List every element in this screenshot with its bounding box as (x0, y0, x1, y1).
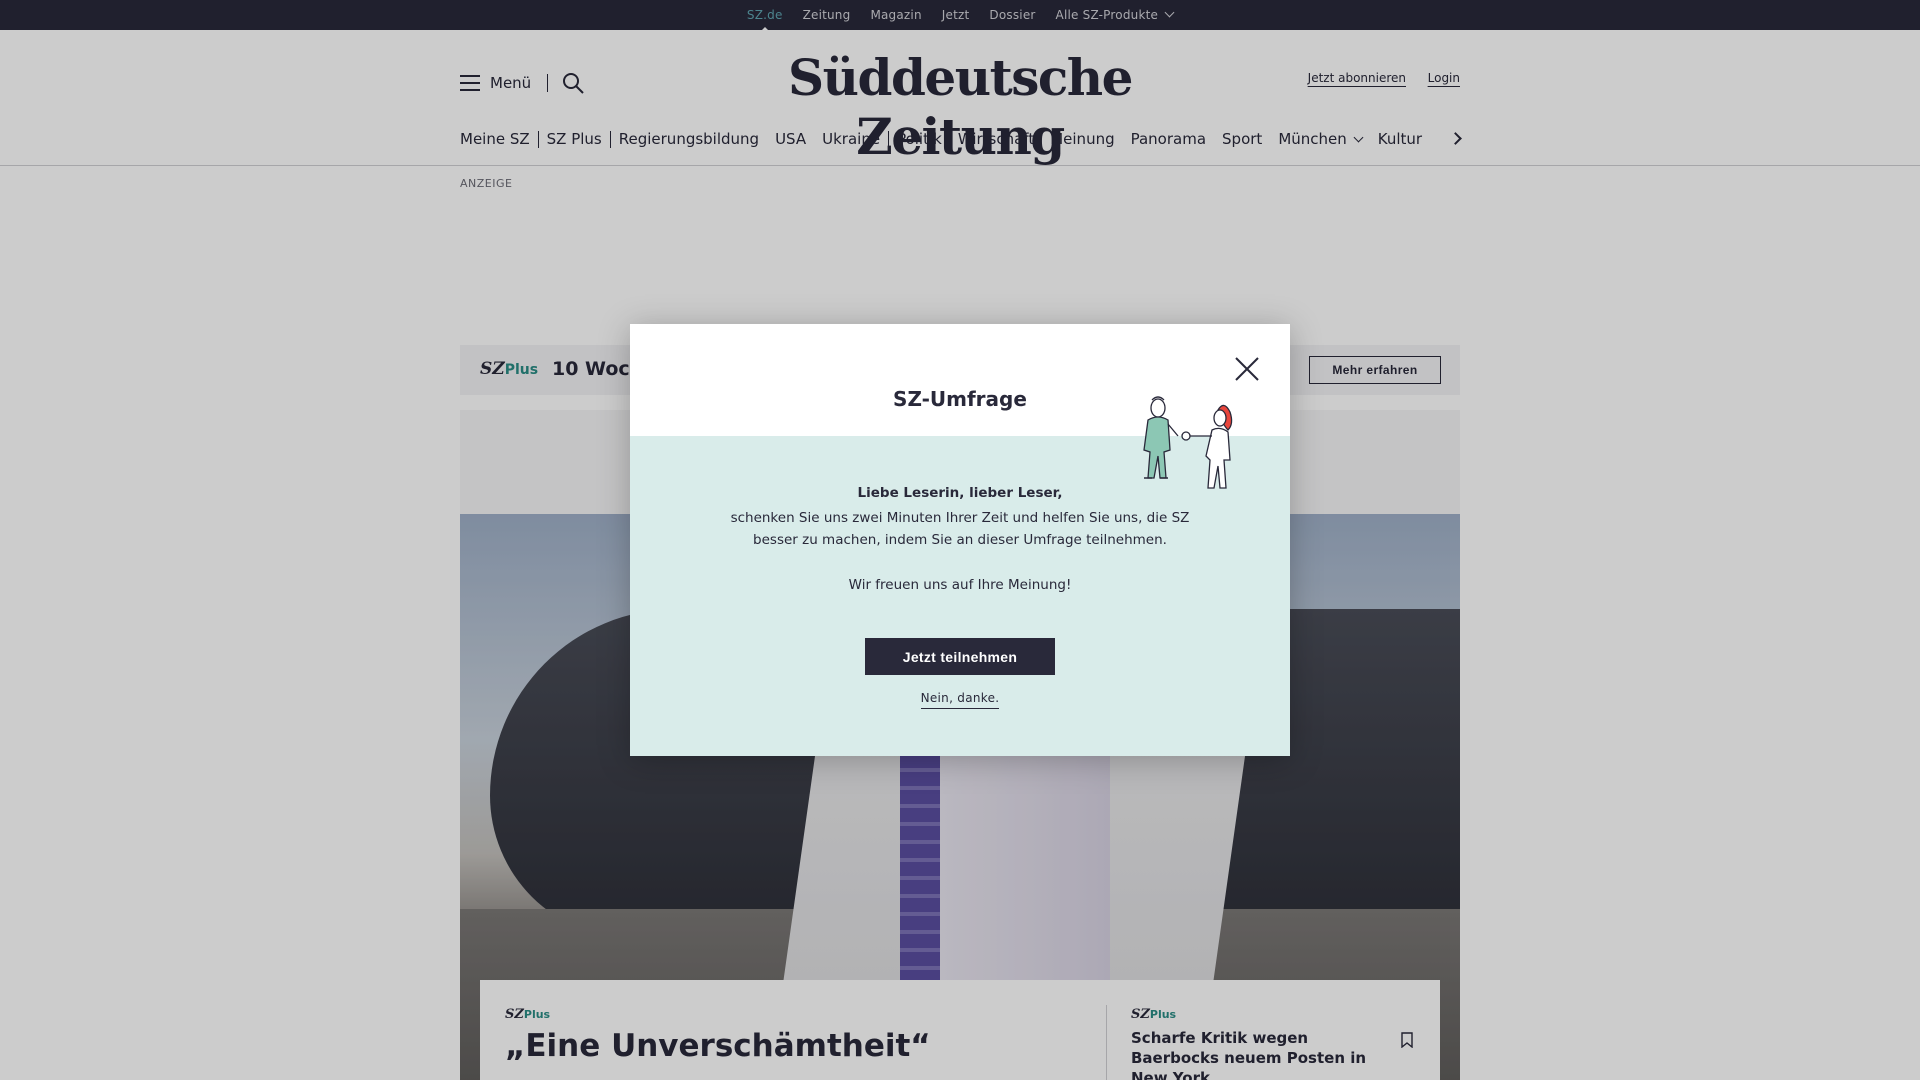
modal-greeting: Liebe Leserin, lieber Leser, (857, 485, 1063, 501)
modal-closing-text: Wir freuen uns auf Ihre Meinung! (848, 577, 1072, 593)
close-icon[interactable] (1232, 354, 1262, 384)
decline-link[interactable]: Nein, danke. (920, 691, 1000, 709)
participate-button[interactable]: Jetzt teilnehmen (865, 638, 1055, 675)
decline-container: Nein, danke. (630, 687, 1290, 709)
interview-illustration-icon (1143, 396, 1233, 489)
survey-modal: SZ-Umfrage Liebe Leserin, lieber Leser, … (630, 324, 1290, 756)
modal-body-text: schenken Sie uns zwei Minuten Ihrer Zeit… (730, 510, 1190, 548)
